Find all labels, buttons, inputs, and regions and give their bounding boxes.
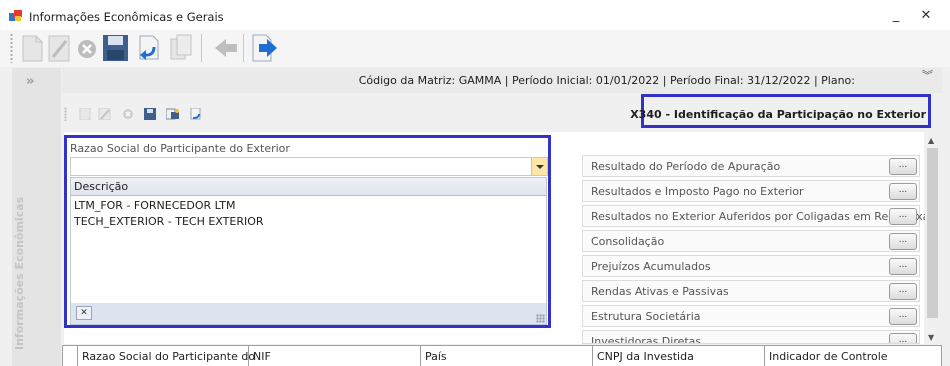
save-record-icon[interactable]	[143, 108, 157, 120]
dropdown-item[interactable]: LTM_FOR - FORNECEDOR LTM	[74, 199, 235, 212]
toolbar-grip[interactable]	[10, 33, 13, 63]
option-label: Prejuízos Acumulados	[591, 260, 711, 273]
open-details-button[interactable]: ...	[889, 208, 917, 225]
open-details-button[interactable]: ...	[889, 158, 917, 175]
option-label: Resultados no Exterior Auferidos por Col…	[591, 210, 930, 223]
section-title: X340 - Identificação da Participação no …	[630, 108, 926, 121]
resize-grip-icon[interactable]	[536, 314, 545, 323]
toolbar-separator	[201, 34, 202, 62]
open-details-button[interactable]: ...	[889, 283, 917, 300]
scroll-down-icon[interactable]: ▼	[928, 333, 934, 342]
grid-column-pais[interactable]: País	[420, 345, 592, 366]
grid-column-cnpj[interactable]: CNPJ da Investida	[592, 345, 764, 366]
open-details-button[interactable]: ...	[889, 333, 917, 343]
scrollbar-thumb[interactable]	[927, 148, 938, 318]
undo-record-icon[interactable]	[189, 107, 203, 120]
grid-row-selector-header	[62, 345, 77, 366]
option-label: Consolidação	[591, 235, 665, 248]
open-details-button[interactable]: ...	[889, 308, 917, 325]
new-document-icon[interactable]	[17, 32, 47, 64]
open-details-button[interactable]: ...	[889, 258, 917, 275]
minimize-button[interactable]: _	[888, 8, 904, 24]
copy-icon[interactable]	[166, 32, 196, 64]
save-icon[interactable]	[100, 32, 130, 64]
column-label: NIF	[253, 350, 271, 363]
column-label: Indicador de Controle	[769, 350, 888, 363]
grid-column-razao-social[interactable]: Razao Social do Participante do	[77, 345, 255, 366]
dropdown-item[interactable]: TECH_EXTERIOR - TECH EXTERIOR	[74, 215, 264, 228]
dropdown-footer	[71, 303, 546, 324]
delete-record-icon[interactable]	[121, 108, 135, 120]
sub-toolbar-grip[interactable]	[64, 107, 67, 121]
edit-icon[interactable]	[44, 32, 74, 64]
open-details-button[interactable]: ...	[889, 183, 917, 200]
option-label: Resultados e Imposto Pago no Exterior	[591, 185, 804, 198]
option-row-resultados-imposto: Resultados e Imposto Pago no Exterior ..…	[582, 180, 920, 202]
clear-selection-button[interactable]: ✕	[76, 306, 92, 320]
open-details-button[interactable]: ...	[889, 233, 917, 250]
option-label: Estrutura Societária	[591, 310, 701, 323]
forward-page-icon[interactable]	[249, 32, 279, 64]
participant-combobox[interactable]	[70, 157, 548, 176]
app-icon	[9, 10, 22, 21]
scroll-up-icon[interactable]: ▲	[928, 136, 934, 145]
option-row-rendas: Rendas Ativas e Passivas ...	[582, 280, 920, 302]
option-row-estrutura: Estrutura Societária ...	[582, 305, 920, 327]
close-button[interactable]: ✕	[918, 8, 934, 24]
column-label: Razao Social do Participante do	[82, 350, 256, 363]
dropdown-arrow-icon[interactable]	[531, 158, 547, 175]
column-label: CNPJ da Investida	[597, 350, 694, 363]
participant-label: Razao Social do Participante do Exterior	[70, 142, 290, 155]
window-title: Informações Econômicas e Gerais	[29, 10, 224, 24]
new-record-icon[interactable]	[78, 107, 92, 121]
option-label: Investidoras Diretas	[591, 335, 702, 344]
main-toolbar	[0, 30, 950, 67]
column-label: País	[425, 350, 447, 363]
side-panel-label: Informações Econômicas	[13, 196, 26, 350]
option-label: Resultado do Período de Apuração	[591, 160, 781, 173]
info-header: Código da Matriz: GAMMA | Período Inicia…	[62, 68, 942, 93]
option-row-resultado-periodo: Resultado do Período de Apuração ...	[582, 155, 920, 177]
column-header-descricao: Descrição	[74, 180, 129, 193]
back-arrow-icon[interactable]	[211, 32, 241, 64]
grid-column-indicador[interactable]: Indicador de Controle	[764, 345, 942, 366]
option-row-investidoras: Investidoras Diretas ...	[582, 330, 920, 344]
edit-record-icon[interactable]	[98, 107, 112, 121]
collapse-header-icon[interactable]: ︾	[922, 70, 933, 81]
period-info: Código da Matriz: GAMMA | Período Inicia…	[358, 74, 855, 87]
option-row-consolidacao: Consolidação ...	[582, 230, 920, 252]
dropdown-column-header[interactable]: Descrição	[71, 178, 546, 196]
section-title-box: X340 - Identificação da Participação no …	[630, 94, 931, 128]
undo-icon[interactable]	[134, 32, 164, 64]
copy-record-icon[interactable]	[165, 108, 180, 120]
option-row-resultados-coligadas: Resultados no Exterior Auferidos por Col…	[582, 205, 929, 227]
toolbar-separator	[243, 34, 244, 62]
grid-column-nif[interactable]: NIF	[248, 345, 420, 366]
option-label: Rendas Ativas e Passivas	[591, 285, 729, 298]
delete-icon[interactable]	[72, 32, 102, 64]
option-row-prejuizos: Prejuízos Acumulados ...	[582, 255, 920, 277]
expand-panel-icon[interactable]: »	[26, 74, 35, 89]
title-bar: Informações Econômicas e Gerais _ ✕	[0, 0, 950, 30]
